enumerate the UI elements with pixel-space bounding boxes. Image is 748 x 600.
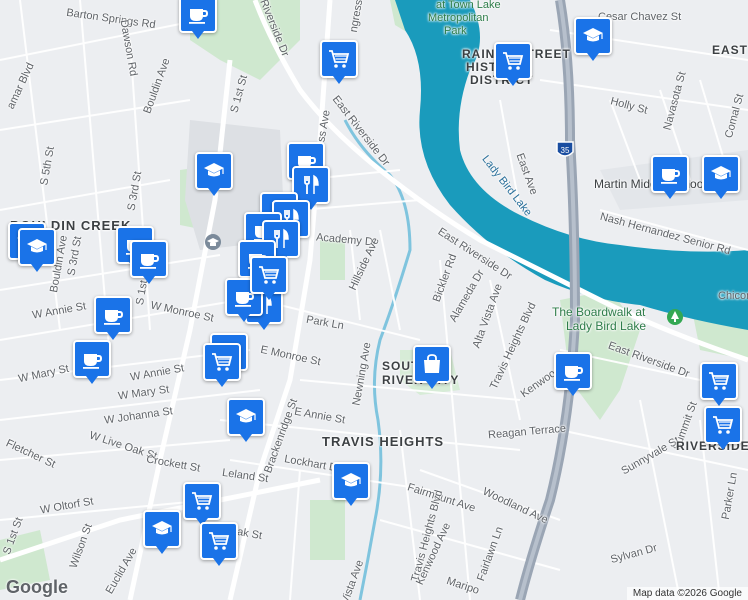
cart-icon [207,529,231,553]
cart-icon [257,263,281,287]
map-pin-cart[interactable] [200,522,238,566]
map-view[interactable]: 35 Barton Springs Rd Dawson Rd Bouldin A… [0,0,748,600]
school-icon [202,159,226,183]
cart-icon [190,489,214,513]
coffee-icon [186,2,210,26]
school-poi-icon [205,234,221,250]
map-pin-cart[interactable] [494,42,532,86]
svg-text:35: 35 [561,146,570,155]
park-label: Park [444,25,467,37]
map-pin-cart[interactable] [704,406,742,450]
coffee-icon [137,247,161,271]
shopping-bag-icon [420,352,444,376]
map-pin-school[interactable] [702,155,740,199]
map-pin-school[interactable] [18,228,56,272]
district-label: TRAVIS HEIGHTS [322,434,445,449]
coffee-icon [561,359,585,383]
cart-icon [327,47,351,71]
map-pin-cart[interactable] [700,362,738,406]
map-pin-school[interactable] [143,510,181,554]
coffee-icon [80,347,104,371]
map-pin-coffee[interactable] [94,296,132,340]
cart-icon [501,49,525,73]
map-pin-school[interactable] [332,462,370,506]
poi-label: The Boardwalk at [552,305,646,319]
school-icon [339,469,363,493]
map-pin-cart[interactable] [250,256,288,300]
map-pin-school[interactable] [227,398,265,442]
map-pin-school[interactable] [574,17,612,61]
school-icon [234,405,258,429]
district-label: EAST [712,43,748,57]
map-pin-cart[interactable] [183,482,221,526]
map-pin-coffee[interactable] [179,0,217,39]
park-tree-icon [667,309,683,325]
map-attribution: Map data ©2026 Google [626,587,748,600]
poi-label: Lady Bird Lake [566,319,647,333]
park-label: at Town Lake [436,0,501,11]
school-icon [709,162,733,186]
school-icon [25,235,49,259]
map-pin-school[interactable] [195,152,233,196]
cart-icon [707,369,731,393]
map-pin-coffee[interactable] [651,155,689,199]
map-pin-coffee[interactable] [73,340,111,384]
map-pin-coffee[interactable] [130,240,168,284]
map-pin-coffee[interactable] [554,352,592,396]
map-pin-cart[interactable] [320,40,358,84]
park-label: Metropolitan [428,12,489,24]
coffee-icon [658,162,682,186]
school-icon [581,24,605,48]
interstate-shield-icon: 35 [556,141,574,157]
cart-icon [711,413,735,437]
street-label: Chicon [718,290,748,302]
cart-icon [210,350,234,374]
google-logo: Google [6,577,68,597]
school-icon [150,517,174,541]
map-pin-shopping-bag[interactable] [413,345,451,389]
coffee-icon [101,303,125,327]
map-pin-cart[interactable] [203,343,241,387]
restaurant-icon [299,173,323,197]
